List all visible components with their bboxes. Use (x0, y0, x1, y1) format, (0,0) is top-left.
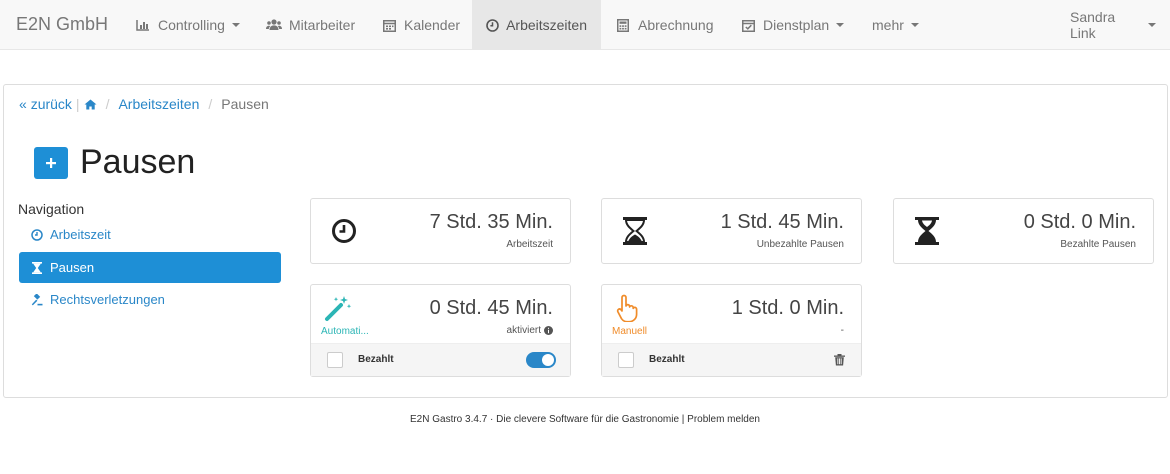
manuelle-pause-status: - (840, 325, 844, 336)
nav-controlling[interactable]: Controlling (121, 0, 254, 50)
nav-dienstplan-label: Dienstplan (763, 17, 830, 33)
card-bezahlte-pausen: 0 Std. 0 Min. Bezahlte Pausen (893, 198, 1154, 264)
sidebar-heading: Navigation (18, 201, 85, 217)
nav-abrechnung-label: Abrechnung (638, 17, 714, 33)
sidebar-item-label: Pausen (50, 260, 95, 275)
card-arbeitszeit: 7 Std. 35 Min. Arbeitszeit (310, 198, 571, 264)
trash-icon[interactable] (834, 353, 846, 367)
unbezahlte-pausen-value: 1 Std. 45 Min. (720, 211, 844, 233)
divider: | (75, 96, 80, 112)
arbeitszeit-value: 7 Std. 35 Min. (429, 211, 553, 233)
users-icon (266, 17, 282, 33)
home-icon (84, 99, 97, 109)
automatische-pause-status: aktiviert (507, 325, 553, 336)
breadcrumb-current: Pausen (221, 96, 269, 112)
nav-controlling-label: Controlling (158, 17, 225, 33)
gavel-icon (30, 293, 43, 306)
bezahlt-checkbox-label: Bezahlt (358, 354, 394, 365)
calendar-icon (381, 17, 397, 33)
double-chevron-left-icon: « (19, 96, 27, 112)
manuelle-pause-type: Manuell (612, 326, 648, 337)
bezahlte-pausen-label: Bezahlte Pausen (1060, 239, 1136, 250)
bar-chart-icon (135, 17, 151, 33)
status-text: aktiviert (506, 325, 541, 336)
chevron-down-icon (231, 23, 240, 27)
manuelle-pause-value: 1 Std. 0 Min. (731, 297, 844, 319)
automatische-pause-value: 0 Std. 45 Min. (429, 297, 553, 319)
home-link[interactable] (84, 99, 97, 110)
hand-pointer-icon (614, 293, 642, 323)
chevron-down-icon (1148, 23, 1156, 27)
automatische-pause-type: Automati... (321, 326, 369, 337)
nav-arbeitszeiten[interactable]: Arbeitszeiten (472, 0, 601, 50)
sidebar-item-label: Rechtsverletzungen (50, 292, 165, 307)
back-link[interactable]: « zurück (19, 96, 72, 112)
card-unbezahlte-pausen: 1 Std. 45 Min. Unbezahlte Pausen (601, 198, 862, 264)
clock-icon (30, 228, 43, 241)
arbeitszeit-label: Arbeitszeit (506, 239, 553, 250)
chevron-down-icon (910, 23, 919, 27)
hourglass-icon (621, 216, 649, 246)
page-footer: E2N Gastro 3.4.7 · Die clevere Software … (410, 414, 760, 425)
user-menu[interactable]: Sandra Link (1056, 0, 1170, 50)
nav-mitarbeiter[interactable]: Mitarbeiter (252, 0, 369, 50)
chevron-down-icon (836, 23, 845, 27)
hourglass-icon (30, 261, 43, 274)
breadcrumb-arbeitszeiten[interactable]: Arbeitszeiten (118, 96, 199, 112)
bezahlt-checkbox[interactable] (618, 352, 634, 368)
nav-arbeitszeiten-label: Arbeitszeiten (506, 17, 587, 33)
hourglass-icon (913, 216, 941, 246)
user-name: Sandra Link (1070, 9, 1116, 41)
plus-icon (46, 157, 56, 168)
calculator-icon (615, 17, 631, 33)
card-footer: Bezahlt (311, 343, 570, 376)
nav-mehr-label: mehr (872, 17, 904, 33)
nav-dienstplan[interactable]: Dienstplan (726, 0, 858, 50)
clock-icon (486, 17, 499, 33)
card-manuelle-pause: 1 Std. 0 Min. Manuell - Bezahlt (601, 284, 862, 377)
add-pause-button[interactable] (34, 146, 68, 179)
nav-abrechnung[interactable]: Abrechnung (601, 0, 728, 50)
automatik-toggle[interactable] (526, 352, 556, 368)
magic-wand-icon (324, 293, 352, 323)
breadcrumb-separator: / (208, 96, 213, 112)
calendar-check-icon (740, 17, 756, 33)
nav-kalender-label: Kalender (404, 17, 461, 33)
bezahlt-checkbox-label: Bezahlt (649, 354, 685, 365)
sidebar-item-rechtsverletzungen[interactable]: Rechtsverletzungen (19, 284, 281, 315)
card-automatische-pause: 0 Std. 45 Min. Automati... aktiviert Bez… (310, 284, 571, 377)
nav-kalender[interactable]: Kalender (367, 0, 474, 50)
back-link-label: zurück (30, 96, 72, 112)
top-navbar: E2N GmbH Controlling Mitarbeiter Kalende… (0, 0, 1170, 50)
brand-name[interactable]: E2N GmbH (16, 14, 108, 35)
title-row: Pausen (34, 143, 195, 182)
breadcrumb-separator: / (105, 96, 110, 112)
sidebar-item-arbeitszeit[interactable]: Arbeitszeit (19, 219, 281, 250)
nav-mehr[interactable]: mehr (858, 0, 933, 50)
card-footer: Bezahlt (602, 343, 861, 376)
info-icon[interactable] (544, 326, 553, 335)
clock-icon (330, 216, 358, 246)
nav-mitarbeiter-label: Mitarbeiter (289, 17, 356, 33)
unbezahlte-pausen-label: Unbezahlte Pausen (756, 239, 844, 250)
sidebar-item-label: Arbeitszeit (50, 227, 111, 242)
bezahlt-checkbox[interactable] (327, 352, 343, 368)
bezahlte-pausen-value: 0 Std. 0 Min. (1023, 211, 1136, 233)
sidebar-item-pausen[interactable]: Pausen (19, 252, 281, 283)
breadcrumb: « zurück | / Arbeitszeiten / Pausen (19, 96, 269, 112)
page-title: Pausen (80, 143, 196, 181)
